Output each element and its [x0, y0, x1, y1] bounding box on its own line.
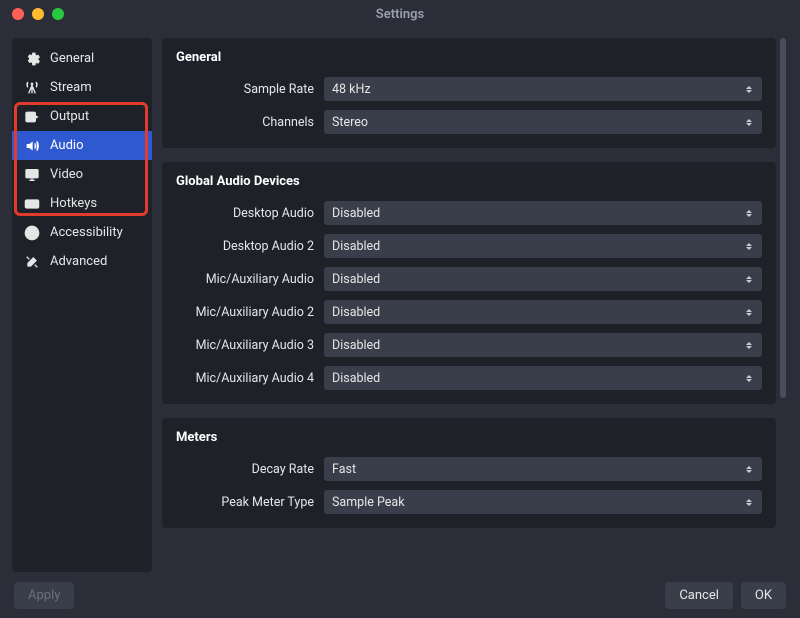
field-channels: Channels Stereo [176, 110, 762, 134]
field-label: Decay Rate [176, 462, 324, 477]
antenna-icon [24, 80, 40, 96]
field-desktop-audio-2: Desktop Audio 2 Disabled [176, 234, 762, 258]
stepper-arrows-icon [744, 276, 754, 283]
sidebar-item-accessibility[interactable]: Accessibility [12, 218, 152, 247]
stepper-arrows-icon [744, 119, 754, 126]
section-meters: Meters Decay Rate Fast Peak Meter Type S… [162, 418, 776, 528]
sidebar-item-label: Audio [50, 138, 83, 153]
settings-content: General Sample Rate 48 kHz Channels Ster… [162, 38, 788, 572]
sidebar-item-label: Accessibility [50, 225, 123, 240]
ok-button[interactable]: OK [741, 582, 786, 609]
field-label: Mic/Auxiliary Audio 3 [176, 338, 324, 353]
decay-rate-select[interactable]: Fast [324, 457, 762, 481]
sample-rate-select[interactable]: 48 kHz [324, 77, 762, 101]
traffic-lights [0, 8, 64, 20]
section-title: Meters [176, 430, 762, 445]
field-peak-meter-type: Peak Meter Type Sample Peak [176, 490, 762, 514]
speaker-icon [24, 138, 40, 154]
content-scrollbar[interactable] [780, 38, 788, 398]
apply-button[interactable]: Apply [14, 582, 74, 609]
sidebar-item-label: Output [50, 109, 89, 124]
select-value: Disabled [332, 239, 744, 254]
field-mic-aux-audio-4: Mic/Auxiliary Audio 4 Disabled [176, 366, 762, 390]
field-decay-rate: Decay Rate Fast [176, 457, 762, 481]
sidebar-item-audio[interactable]: Audio [12, 131, 152, 160]
window-title: Settings [0, 7, 800, 22]
select-value: Sample Peak [332, 495, 744, 510]
section-general: General Sample Rate 48 kHz Channels Ster… [162, 38, 776, 148]
select-value: Fast [332, 462, 744, 477]
select-value: Disabled [332, 338, 744, 353]
channels-select[interactable]: Stereo [324, 110, 762, 134]
select-value: Disabled [332, 206, 744, 221]
select-value: Stereo [332, 115, 744, 130]
field-label: Desktop Audio [176, 206, 324, 221]
desktop-audio-2-select[interactable]: Disabled [324, 234, 762, 258]
stepper-arrows-icon [744, 210, 754, 217]
stepper-arrows-icon [744, 342, 754, 349]
field-desktop-audio: Desktop Audio Disabled [176, 201, 762, 225]
desktop-audio-select[interactable]: Disabled [324, 201, 762, 225]
mic-aux-audio-2-select[interactable]: Disabled [324, 300, 762, 324]
stepper-arrows-icon [744, 466, 754, 473]
sidebar-item-label: Hotkeys [50, 196, 97, 211]
close-window-button[interactable] [12, 8, 24, 20]
select-value: Disabled [332, 305, 744, 320]
mic-aux-audio-3-select[interactable]: Disabled [324, 333, 762, 357]
sidebar-item-label: Stream [50, 80, 92, 95]
select-value: Disabled [332, 371, 744, 386]
sidebar-item-advanced[interactable]: Advanced [12, 247, 152, 276]
output-icon [24, 109, 40, 125]
titlebar: Settings [0, 0, 800, 28]
sidebar-item-general[interactable]: General [12, 44, 152, 73]
sidebar-item-video[interactable]: Video [12, 160, 152, 189]
accessibility-icon [24, 225, 40, 241]
keyboard-icon [24, 196, 40, 212]
field-mic-aux-audio: Mic/Auxiliary Audio Disabled [176, 267, 762, 291]
gear-icon [24, 51, 40, 67]
stepper-arrows-icon [744, 243, 754, 250]
section-global-audio-devices: Global Audio Devices Desktop Audio Disab… [162, 162, 776, 404]
sidebar-item-label: Advanced [50, 254, 107, 269]
monitor-icon [24, 167, 40, 183]
section-title: Global Audio Devices [176, 174, 762, 189]
sidebar-item-output[interactable]: Output [12, 102, 152, 131]
select-value: 48 kHz [332, 82, 744, 97]
stepper-arrows-icon [744, 499, 754, 506]
sidebar-item-stream[interactable]: Stream [12, 73, 152, 102]
field-label: Mic/Auxiliary Audio 2 [176, 305, 324, 320]
peak-meter-type-select[interactable]: Sample Peak [324, 490, 762, 514]
sidebar-item-label: General [50, 51, 94, 66]
tools-icon [24, 254, 40, 270]
stepper-arrows-icon [744, 86, 754, 93]
minimize-window-button[interactable] [32, 8, 44, 20]
stepper-arrows-icon [744, 309, 754, 316]
field-mic-aux-audio-3: Mic/Auxiliary Audio 3 Disabled [176, 333, 762, 357]
field-label: Desktop Audio 2 [176, 239, 324, 254]
section-title: General [176, 50, 762, 65]
cancel-button[interactable]: Cancel [665, 582, 733, 609]
field-label: Mic/Auxiliary Audio 4 [176, 371, 324, 386]
mic-aux-audio-4-select[interactable]: Disabled [324, 366, 762, 390]
settings-sidebar: General Stream Output Audio Video [12, 38, 152, 572]
field-label: Channels [176, 115, 324, 130]
field-mic-aux-audio-2: Mic/Auxiliary Audio 2 Disabled [176, 300, 762, 324]
scrollbar-thumb[interactable] [780, 38, 786, 398]
mic-aux-audio-select[interactable]: Disabled [324, 267, 762, 291]
sidebar-item-label: Video [50, 167, 83, 182]
stepper-arrows-icon [744, 375, 754, 382]
field-label: Mic/Auxiliary Audio [176, 272, 324, 287]
field-label: Peak Meter Type [176, 495, 324, 510]
field-sample-rate: Sample Rate 48 kHz [176, 77, 762, 101]
select-value: Disabled [332, 272, 744, 287]
dialog-footer: Apply Cancel OK [0, 572, 800, 618]
field-label: Sample Rate [176, 82, 324, 97]
maximize-window-button[interactable] [52, 8, 64, 20]
sidebar-item-hotkeys[interactable]: Hotkeys [12, 189, 152, 218]
